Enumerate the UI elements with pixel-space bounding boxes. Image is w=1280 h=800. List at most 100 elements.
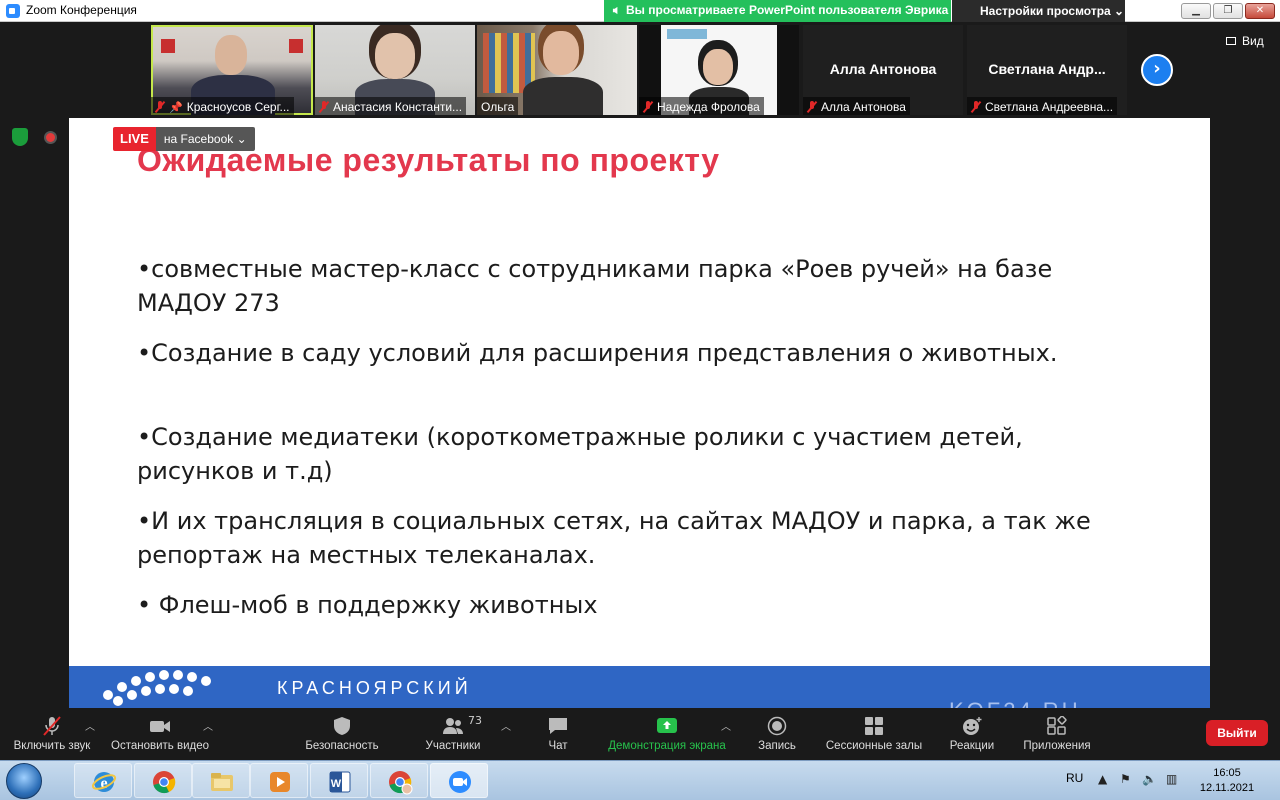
participant-tile[interactable]: Ольга	[477, 25, 637, 115]
taskbar-chrome[interactable]	[134, 763, 192, 798]
slide-bullet: •И их трансляция в социальных сетях, на …	[137, 507, 1091, 569]
close-button[interactable]: ✕	[1245, 3, 1275, 19]
mic-muted-icon	[643, 101, 653, 113]
slide-bullet: •совместные мастер-класс с сотрудниками …	[137, 255, 1053, 317]
emoji-icon	[963, 717, 982, 735]
video-options-caret[interactable]: ︿	[203, 718, 213, 733]
clock-time: 16:05	[1213, 767, 1241, 779]
zoom-logo-icon	[6, 4, 20, 18]
language-indicator[interactable]: RU	[1066, 771, 1083, 785]
dots-logo-icon	[99, 666, 239, 708]
slide-bullet: •Создание медиатеки (короткометражные ро…	[137, 423, 1023, 485]
taskbar-media[interactable]	[250, 763, 308, 798]
video-camera-icon	[150, 721, 170, 732]
live-platform-dropdown[interactable]: на Facebook ⌄	[155, 127, 255, 151]
mic-muted-icon	[155, 101, 165, 113]
chrome-icon	[389, 771, 413, 795]
start-button-icon[interactable]	[6, 763, 42, 799]
participant-tile[interactable]: Светлана Андр... Светлана Андреевна...	[967, 25, 1127, 115]
participant-name-bar: Светлана Андреевна...	[967, 97, 1118, 115]
media-player-icon	[270, 772, 290, 792]
grid-icon	[1226, 37, 1236, 45]
live-label: LIVE	[113, 127, 156, 151]
shield-icon[interactable]	[12, 128, 28, 146]
participant-name-bar: Надежда Фролова	[639, 97, 764, 115]
zoom-icon	[449, 771, 471, 793]
folder-icon	[211, 773, 233, 791]
participants-icon	[443, 718, 463, 734]
window-title: Zoom Конференция	[26, 3, 137, 17]
view-button[interactable]: Вид	[1226, 34, 1264, 48]
internet-explorer-icon: e	[91, 772, 117, 792]
shield-icon	[334, 717, 350, 735]
stop-video-button[interactable]: Остановить видео	[106, 708, 214, 760]
record-icon	[767, 716, 787, 736]
pin-icon: 📌	[169, 101, 183, 114]
next-page-button[interactable]: ›	[1141, 54, 1173, 86]
participants-count: 73	[468, 714, 482, 727]
system-clock[interactable]: 16:05 12.11.2021	[1196, 766, 1258, 796]
chat-button[interactable]: Чат	[530, 708, 586, 760]
network-icon[interactable]: ▥	[1166, 772, 1177, 786]
leave-meeting-button[interactable]: Выйти	[1206, 720, 1268, 746]
apps-button[interactable]: Приложения	[1014, 708, 1100, 760]
minimize-button[interactable]: ▁	[1181, 3, 1211, 19]
share-banner: Вы просматриваете PowerPoint пользовател…	[604, 0, 951, 22]
slide-bullet: •Создание в саду условий для расширения …	[137, 339, 1058, 367]
participants-options-caret[interactable]: ︿	[501, 718, 511, 733]
volume-icon[interactable]: 🔈	[1142, 772, 1157, 786]
mic-muted-icon	[807, 101, 817, 113]
taskbar-word[interactable]: W	[310, 763, 368, 798]
speaker-icon	[612, 6, 618, 15]
meeting-toolbar: Включить звук ︿ Остановить видео ︿ Безоп…	[0, 708, 1280, 760]
clock-date: 12.11.2021	[1199, 782, 1255, 794]
participant-face	[375, 33, 415, 79]
apps-icon	[1047, 716, 1067, 735]
share-screen-button[interactable]: Демонстрация экрана	[602, 708, 732, 760]
word-icon: W	[329, 771, 351, 793]
chrome-icon	[153, 771, 176, 794]
mic-muted-icon	[43, 716, 61, 736]
taskbar-chrome-profile[interactable]	[370, 763, 428, 798]
participant-name-bar: Ольга	[477, 97, 519, 115]
share-options-caret[interactable]: ︿	[721, 718, 731, 733]
audio-options-caret[interactable]: ︿	[85, 718, 95, 733]
participant-name-bar: Алла Антонова	[803, 97, 910, 115]
logo-icon	[161, 39, 175, 53]
participant-tile[interactable]: 📌 Красноусов Серг...	[151, 25, 313, 115]
taskbar-explorer[interactable]	[192, 763, 250, 798]
mic-muted-icon	[971, 101, 981, 113]
taskbar-ie[interactable]: e	[74, 763, 132, 798]
participant-tile[interactable]: Анастасия Константи...	[315, 25, 475, 115]
slide-footer-url: KOF24.RU	[949, 698, 1081, 708]
share-banner-text: Вы просматриваете PowerPoint пользовател…	[626, 3, 949, 17]
flag-icon[interactable]: ⚑	[1120, 772, 1131, 786]
participant-face	[215, 35, 247, 75]
maximize-button[interactable]: ❐	[1213, 3, 1243, 19]
participant-name-bar: Анастасия Константи...	[315, 97, 467, 115]
breakout-rooms-button[interactable]: Сессионные залы	[820, 708, 928, 760]
reactions-button[interactable]: Реакции	[942, 708, 1002, 760]
share-screen-icon	[657, 718, 677, 733]
org-logo-icon	[667, 29, 707, 39]
view-options-button[interactable]: Настройки просмотра ⌄	[952, 0, 1125, 22]
security-button[interactable]: Безопасность	[298, 708, 386, 760]
tray-expand-icon[interactable]: ▲	[1098, 772, 1107, 786]
record-button[interactable]: Запись	[748, 708, 806, 760]
live-stream-badge[interactable]: LIVE на Facebook ⌄	[113, 127, 255, 151]
participant-body	[523, 77, 603, 115]
shared-slide: Ожидаемые результаты по проекту •совмест…	[69, 118, 1210, 708]
participant-tile[interactable]: Алла Антонова Алла Антонова	[803, 25, 963, 115]
svg-text:W: W	[331, 778, 342, 790]
slide-bullet: • Флеш-моб в поддержку животных	[137, 591, 598, 619]
breakout-rooms-icon	[865, 717, 883, 735]
logo-icon	[289, 39, 303, 53]
unmute-button[interactable]: Включить звук	[4, 708, 100, 760]
mic-muted-icon	[319, 101, 329, 113]
taskbar-zoom[interactable]	[430, 763, 488, 798]
recording-indicator-icon[interactable]	[44, 131, 57, 144]
slide-footer-text: КРАСНОЯРСКИЙ	[277, 678, 472, 698]
participant-name-bar: 📌 Красноусов Серг...	[151, 97, 294, 115]
chat-icon	[549, 718, 567, 734]
participant-tile[interactable]: Надежда Фролова	[639, 25, 799, 115]
